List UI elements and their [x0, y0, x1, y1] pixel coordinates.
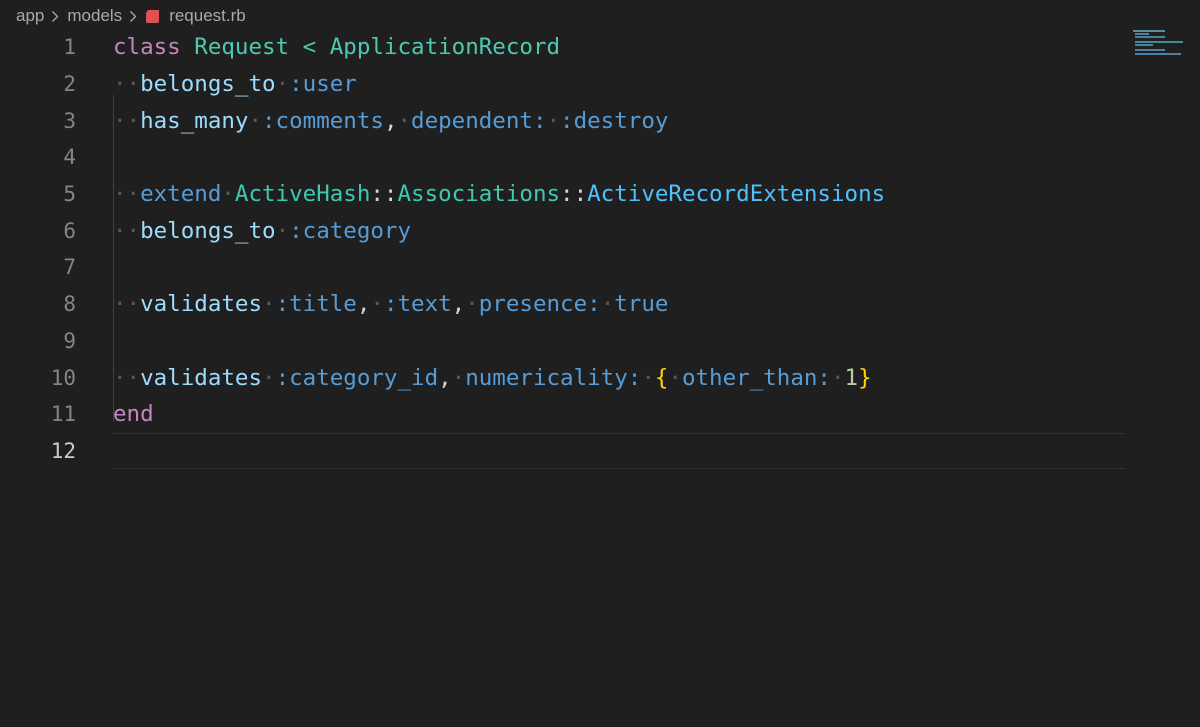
breadcrumb-item-app[interactable]: app [16, 6, 44, 26]
code-line-10[interactable]: 10 ··validates·:category_id,·numericalit… [0, 359, 1125, 396]
chevron-right-icon [129, 10, 137, 23]
code-token: } [858, 364, 872, 391]
line-number: 8 [63, 292, 76, 317]
code-token: , [451, 291, 466, 318]
code-token: :: [370, 181, 398, 208]
code-line-7[interactable]: 7 [0, 249, 1125, 286]
ruby-file-icon [145, 9, 160, 24]
code-token: true [614, 291, 669, 318]
code-token: { [654, 364, 669, 391]
minimap-line [1135, 41, 1183, 43]
line-number: 4 [63, 145, 76, 170]
code-line-9[interactable]: 9 [0, 323, 1125, 360]
minimap-line [1135, 33, 1149, 35]
chevron-right-icon [51, 10, 59, 23]
code-token: :destroy [560, 107, 669, 134]
code-token: validates [140, 364, 263, 391]
code-token: Request [194, 34, 290, 61]
line-number: 11 [50, 402, 76, 427]
code-line-4[interactable]: 4 [0, 139, 1125, 176]
code-token: ActiveRecordExtensions [587, 181, 886, 208]
line-number: 1 [63, 35, 76, 60]
code-token: presence: [478, 291, 601, 318]
code-token: ActiveHash [234, 181, 371, 208]
code-token: has_many [140, 107, 249, 134]
code-editor[interactable]: 1 class Request < ApplicationRecord 2 ··… [0, 29, 1125, 469]
code-token: :title [275, 291, 357, 318]
code-line-12[interactable]: 12 [0, 432, 1125, 470]
code-token: validates [140, 291, 263, 318]
code-token: end [113, 401, 154, 428]
code-token: , [438, 364, 452, 391]
line-number: 7 [63, 255, 76, 280]
code-token: extend [140, 181, 222, 208]
line-number: 10 [50, 365, 76, 390]
line-number: 5 [63, 182, 76, 207]
code-token: , [356, 291, 371, 318]
code-token: :comments [262, 107, 384, 134]
line-number: 9 [63, 328, 76, 353]
minimap-line [1135, 36, 1165, 38]
code-line-8[interactable]: 8 ··validates·:title,·:text,·presence:·t… [0, 286, 1125, 323]
code-token: :text [383, 291, 452, 318]
minimap-line [1135, 53, 1181, 55]
code-token: Associations [397, 181, 561, 208]
code-token: < [302, 34, 317, 61]
breadcrumb-file[interactable]: request.rb [169, 6, 246, 26]
code-token: other_than: [681, 364, 831, 391]
code-token: :user [289, 71, 357, 98]
line-number: 6 [63, 218, 76, 243]
minimap-line [1135, 44, 1153, 46]
code-token: :category [289, 217, 412, 244]
line-number: 2 [63, 72, 76, 97]
line-number: 12 [50, 438, 76, 463]
code-token: :: [560, 181, 588, 208]
code-token: ApplicationRecord [329, 34, 561, 61]
code-line-3[interactable]: 3 ··has_many·:comments,·dependent:·:dest… [0, 102, 1125, 139]
code-token: class [113, 34, 181, 61]
code-token: 1 [844, 364, 859, 391]
code-token: numericality: [465, 364, 642, 391]
minimap[interactable] [1133, 30, 1200, 56]
breadcrumb: app models request.rb [16, 4, 246, 28]
code-line-5[interactable]: 5 ··extend·ActiveHash::Associations::Act… [0, 176, 1125, 213]
code-line-11[interactable]: 11 end [0, 396, 1125, 433]
code-line-1[interactable]: 1 class Request < ApplicationRecord [0, 29, 1125, 66]
code-token: belongs_to [140, 71, 276, 98]
code-token: dependent: [411, 107, 547, 134]
line-number: 3 [63, 108, 76, 133]
minimap-line [1133, 30, 1165, 32]
code-token: belongs_to [140, 217, 276, 244]
breadcrumb-item-models[interactable]: models [67, 6, 122, 26]
code-token: , [383, 107, 398, 134]
minimap-line [1135, 49, 1165, 51]
code-line-6[interactable]: 6 ··belongs_to·:category [0, 212, 1125, 249]
code-line-2[interactable]: 2 ··belongs_to·:user [0, 66, 1125, 103]
code-token: :category_id [275, 364, 439, 391]
